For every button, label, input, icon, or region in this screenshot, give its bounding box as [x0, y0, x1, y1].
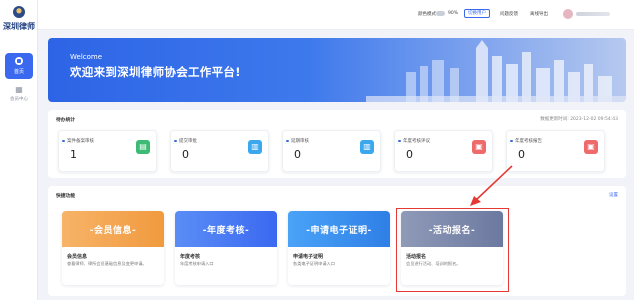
home-icon: [15, 57, 23, 65]
stat-value: 0: [294, 148, 301, 161]
stat-submit-approval[interactable]: 提交审批 0 ▥: [170, 130, 269, 172]
quick-desc: 年度考核申请入口: [180, 261, 214, 266]
emblem-icon: [13, 6, 25, 18]
user-name-redacted[interactable]: [576, 12, 610, 16]
quick-member-info[interactable]: -会员信息- 会员信息 查看律师、律所会员基础信息及变更申请。: [62, 211, 164, 285]
todo-stats-card: 待办统计 数据更新时间: 2023-12-02 09:54:43 案件备案审核 …: [48, 110, 626, 178]
sidebar-item-label: 首页: [13, 69, 24, 75]
report-icon: ▣: [584, 140, 598, 154]
quick-e-certificate[interactable]: -申请电子证明- 申请电子证明 各类电子证明申请入口: [288, 211, 390, 285]
quick-functions-card: 快捷功能 设置 -会员信息- 会员信息 查看律师、律所会员基础信息及变更申请。 …: [48, 186, 626, 296]
stat-label: 案件备案审核: [62, 139, 94, 144]
stat-annual-report[interactable]: 年度考核报告 0 ▣: [506, 130, 605, 172]
quick-banner: -活动报名-: [401, 211, 503, 247]
quick-name: 年度考核: [180, 254, 201, 260]
welcome-banner: Welcome 欢迎来到深圳律师协会工作平台!: [48, 38, 626, 102]
top-header: 颜色模式 90% 切换用户 问题反馈 离线导出: [38, 0, 634, 30]
sidebar-item-member-center[interactable]: ▦ 会员中心: [3, 85, 35, 103]
stat-extension-review[interactable]: 延期审核 0 ▥: [282, 130, 381, 172]
stat-label: 年度考核报告: [510, 139, 542, 144]
quick-desc: 会员进行活动、培训的报名。: [406, 261, 461, 266]
settings-link[interactable]: 设置: [609, 192, 618, 198]
report-icon: ▣: [472, 140, 486, 154]
city-skyline-illustration: [366, 40, 626, 102]
stat-label: 延期审核: [286, 139, 309, 144]
quick-desc: 各类电子证明申请入口: [293, 261, 335, 266]
banner-title: 欢迎来到深圳律师协会工作平台!: [70, 65, 241, 79]
quick-banner: -会员信息-: [62, 211, 164, 247]
document-icon: ▥: [360, 140, 374, 154]
quick-name: 活动报名: [406, 254, 427, 260]
logo[interactable]: 深圳律师: [2, 6, 36, 32]
stat-value: 1: [70, 148, 77, 161]
stat-label: 年度考核评议: [398, 139, 430, 144]
stat-case-review[interactable]: 案件备案审核 1 ▤: [58, 130, 157, 172]
stat-value: 0: [406, 148, 413, 161]
quick-name: 申请电子证明: [293, 254, 324, 260]
quick-desc: 查看律师、律所会员基础信息及变更申请。: [67, 261, 147, 266]
sidebar-item-label: 会员中心: [10, 97, 28, 102]
quick-annual-review[interactable]: -年度考核- 年度考核 年度考核申请入口: [175, 211, 277, 285]
quick-name: 会员信息: [67, 254, 88, 260]
quick-activity-signup[interactable]: -活动报名- 活动报名 会员进行活动、培训的报名。: [401, 211, 503, 285]
todo-title: 待办统计: [56, 118, 76, 123]
stat-value: 0: [182, 148, 189, 161]
theme-label: 颜色模式: [418, 12, 436, 17]
update-time: 数据更新时间: 2023-12-02 09:54:43: [540, 117, 618, 122]
zoom-level[interactable]: 90%: [448, 11, 458, 16]
quick-title: 快捷功能: [56, 194, 76, 199]
document-icon: ▥: [248, 140, 262, 154]
quick-banner: -申请电子证明-: [288, 211, 390, 247]
grid-icon: ▦: [15, 85, 23, 94]
export-link[interactable]: 离线导出: [530, 11, 548, 17]
stat-value: 0: [518, 148, 525, 161]
switch-user-button[interactable]: 切换用户: [464, 9, 490, 18]
stat-annual-review[interactable]: 年度考核评议 0 ▣: [394, 130, 493, 172]
chart-icon: ▤: [136, 140, 150, 154]
sidebar: 深圳律师 首页 ▦ 会员中心: [0, 0, 38, 300]
feedback-link[interactable]: 问题反馈: [500, 11, 518, 17]
avatar[interactable]: [563, 9, 573, 19]
banner-welcome: Welcome: [70, 53, 103, 61]
logo-text: 深圳律师: [3, 21, 35, 31]
theme-toggle[interactable]: [436, 11, 445, 16]
quick-banner: -年度考核-: [175, 211, 277, 247]
stat-label: 提交审批: [174, 139, 197, 144]
sidebar-item-home[interactable]: 首页: [5, 53, 33, 79]
